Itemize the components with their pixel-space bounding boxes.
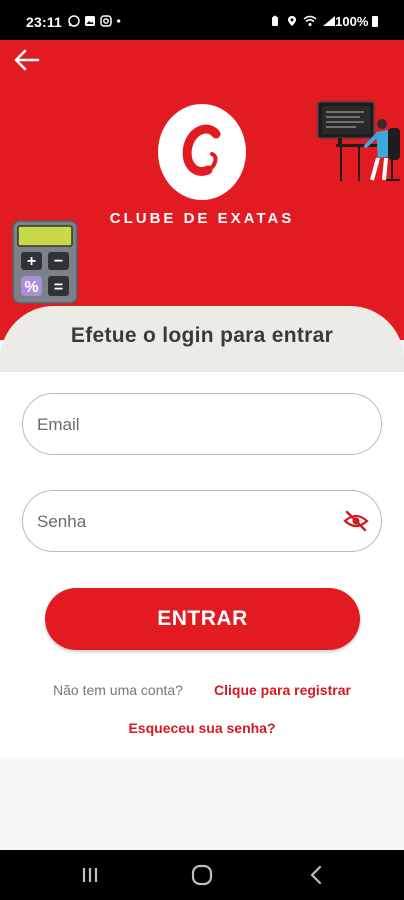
person-at-desk-illustration [317,101,400,181]
instagram-icon [100,15,112,27]
calc-key-plus: + [27,253,36,270]
navigation-bar [0,850,404,900]
signal-icon [323,16,335,26]
status-bar: 23:11 100% [0,0,404,40]
battery-icon [372,16,378,27]
calc-key-percent: % [24,279,38,296]
calculator-illustration: + − % = [12,220,78,304]
no-account-text: Não tem uma conta? [53,682,183,698]
login-button[interactable]: ENTRAR [45,588,360,650]
alarm-icon [272,15,278,26]
dot-icon [117,19,121,23]
whatsapp-icon [68,15,80,27]
logo-letter-c-icon [182,124,221,176]
email-field[interactable] [22,393,382,456]
logo [158,104,246,200]
brand-name: CLUBE DE EXATAS [109,210,295,227]
register-link[interactable]: Clique para registrar [214,682,351,698]
email-input[interactable] [35,394,339,456]
wifi-icon [303,15,317,26]
arrow-left-icon[interactable] [12,48,42,72]
gallery-icon [85,16,95,26]
calc-key-minus: − [54,253,63,270]
login-heading: Efetue o login para entrar [70,324,334,347]
home-icon[interactable] [188,862,216,888]
status-right-icons [269,15,336,27]
back-icon[interactable] [302,862,330,888]
status-left-icons [68,15,124,27]
calc-key-equals: = [54,279,63,296]
eye-off-icon[interactable] [343,510,369,532]
battery-percentage: 100% [335,14,378,29]
password-field[interactable] [22,490,382,553]
status-time: 23:11 [26,14,63,30]
recent-apps-icon[interactable] [76,862,104,888]
forgot-password-link[interactable]: Esqueceu sua senha? [0,720,404,736]
password-input[interactable] [35,491,339,553]
location-icon [288,16,296,26]
